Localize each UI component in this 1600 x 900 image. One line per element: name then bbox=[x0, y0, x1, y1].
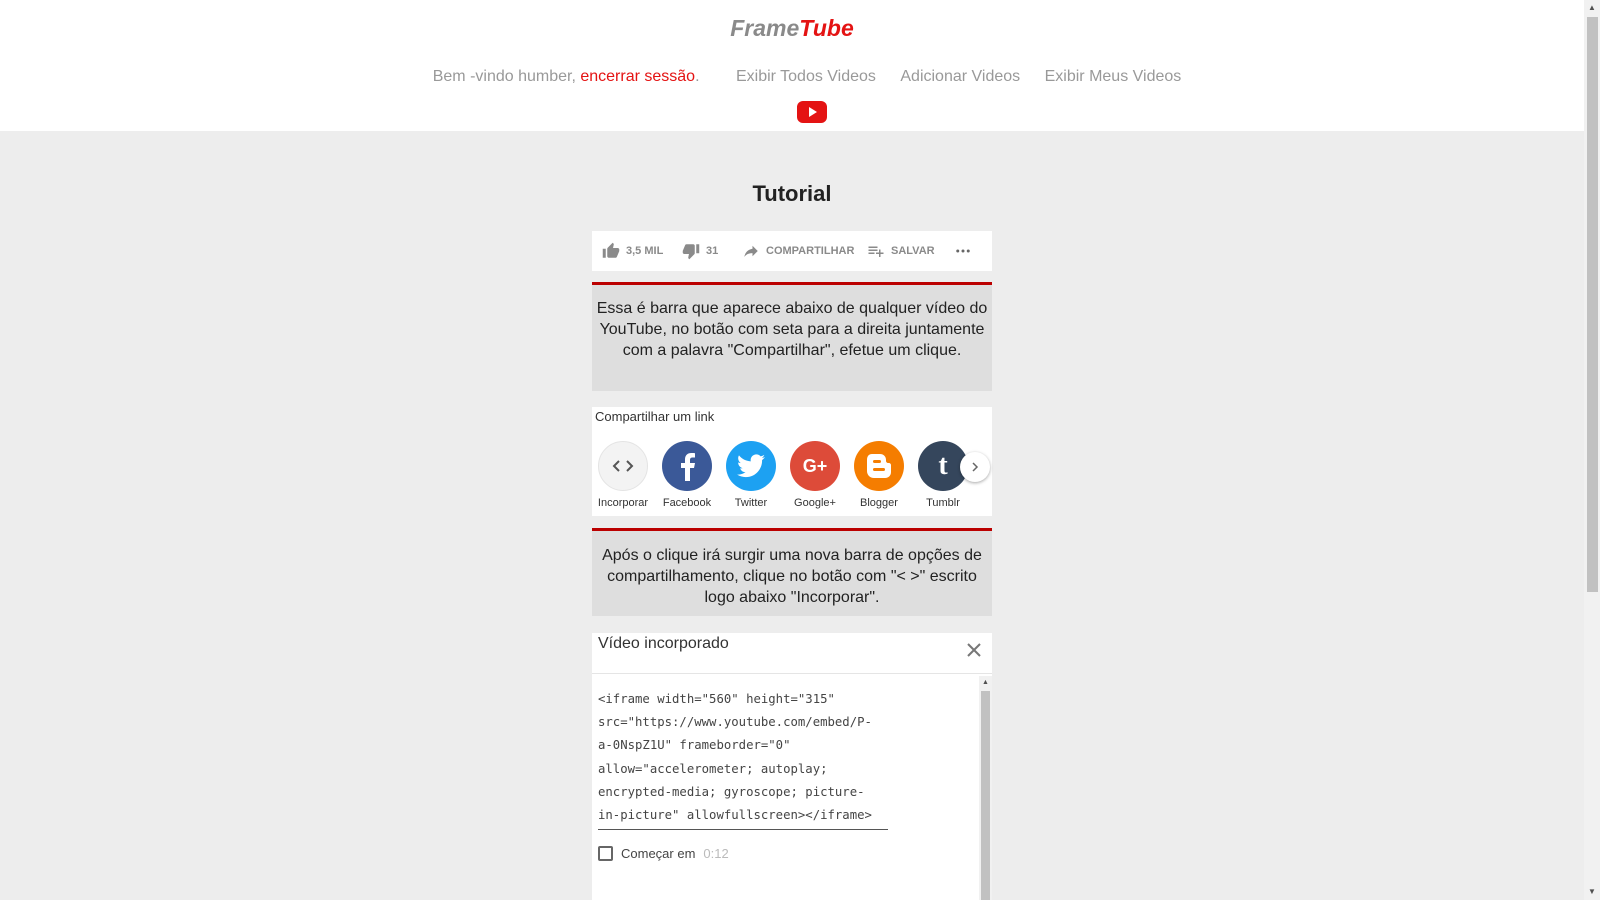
logo-part-frame: Frame bbox=[730, 15, 800, 41]
instruction-step-1: Essa é barra que aparece abaixo de qualq… bbox=[592, 282, 992, 391]
logo-part-tube: Tube bbox=[799, 15, 854, 41]
playlist-add-icon bbox=[868, 246, 884, 257]
share-arrow-icon bbox=[744, 245, 758, 257]
welcome-suffix: . bbox=[695, 68, 700, 85]
scroll-up-arrow-icon[interactable]: ▲ bbox=[1584, 0, 1600, 16]
page-title: Tutorial bbox=[752, 181, 832, 206]
twitter-icon bbox=[726, 441, 776, 491]
start-at-label: Começar em bbox=[621, 846, 696, 861]
start-at-time: 0:12 bbox=[703, 846, 729, 861]
nav-link-all-videos[interactable]: Exibir Todos Videos bbox=[736, 68, 876, 85]
share-button: COMPARTILHAR bbox=[742, 231, 854, 271]
embed-code-icon bbox=[598, 441, 648, 491]
share-panel-image: Compartilhar um link Incorporar Facebook… bbox=[592, 407, 992, 516]
welcome-message: Bem -vindo humber, encerrar sessão. bbox=[433, 68, 700, 85]
youtube-action-bar-image: 3,5 MIL 31 COMPARTILHAR SALVAR bbox=[592, 231, 992, 271]
site-header: FrameTube Bem -vindo humber, encerrar se… bbox=[0, 0, 1584, 131]
logout-link[interactable]: encerrar sessão bbox=[580, 68, 695, 85]
save-button: SALVAR bbox=[867, 231, 935, 271]
save-label: SALVAR bbox=[891, 245, 935, 257]
share-item-label: Incorporar bbox=[597, 497, 649, 509]
start-at-option: Começar em 0:12 bbox=[598, 846, 729, 861]
more-horizontal-icon bbox=[956, 249, 970, 253]
embed-panel-image: Vídeo incorporado <iframe width="560" he… bbox=[592, 633, 992, 900]
share-panel-title: Compartilhar um link bbox=[595, 409, 715, 424]
blogger-icon bbox=[854, 441, 904, 491]
dislike-count: 31 bbox=[706, 245, 719, 257]
share-item-label: Twitter bbox=[734, 497, 768, 509]
share-item-label: Tumblr bbox=[926, 497, 960, 509]
instruction-step-2: Após o clique irá surgir uma nova barra … bbox=[592, 528, 992, 616]
share-item-label: Facebook bbox=[662, 497, 712, 509]
chevron-right-icon bbox=[960, 452, 990, 482]
embed-panel-title: Vídeo incorporado bbox=[598, 635, 729, 652]
nav-link-my-videos[interactable]: Exibir Meus Videos bbox=[1045, 68, 1182, 85]
facebook-icon bbox=[662, 441, 712, 491]
site-logo[interactable]: FrameTube bbox=[0, 15, 1584, 42]
embed-panel-header: Vídeo incorporado bbox=[592, 633, 992, 674]
like-count: 3,5 MIL bbox=[626, 245, 664, 257]
share-item-blogger: Blogger bbox=[849, 441, 909, 509]
nav-link-add-videos[interactable]: Adicionar Videos bbox=[900, 68, 1020, 85]
top-nav: Bem -vindo humber, encerrar sessão. Exib… bbox=[0, 68, 1600, 86]
share-item-google-plus: G+ Google+ bbox=[785, 441, 845, 509]
share-item-label: Google+ bbox=[794, 497, 836, 509]
thumbs-down-icon bbox=[682, 244, 700, 260]
share-item-facebook: Facebook bbox=[657, 441, 717, 509]
thumbs-up-icon bbox=[602, 242, 620, 258]
dislike-button: 31 bbox=[682, 231, 718, 271]
more-options-button bbox=[954, 231, 978, 271]
google-plus-icon: G+ bbox=[790, 441, 840, 491]
share-item-twitter: Twitter bbox=[721, 441, 781, 509]
embed-scroll-up-icon: ▲ bbox=[982, 679, 989, 686]
welcome-text: Bem -vindo humber, bbox=[432, 68, 581, 85]
embed-scroll-thumb bbox=[981, 691, 990, 900]
share-item-embed: Incorporar bbox=[593, 441, 653, 509]
like-button: 3,5 MIL bbox=[602, 231, 663, 271]
start-at-checkbox bbox=[598, 846, 613, 861]
scroll-thumb[interactable] bbox=[1587, 17, 1598, 592]
embed-code-text: <iframe width="560" height="315" src="ht… bbox=[598, 688, 888, 831]
scroll-down-arrow-icon[interactable]: ▼ bbox=[1584, 884, 1600, 900]
page-scrollbar[interactable]: ▲ ▼ bbox=[1584, 0, 1600, 900]
close-icon bbox=[967, 643, 981, 657]
youtube-icon[interactable] bbox=[797, 101, 827, 123]
embed-scrollbar: ▲ bbox=[979, 676, 992, 900]
share-label: COMPARTILHAR bbox=[766, 245, 855, 257]
share-item-label: Blogger bbox=[860, 497, 898, 509]
